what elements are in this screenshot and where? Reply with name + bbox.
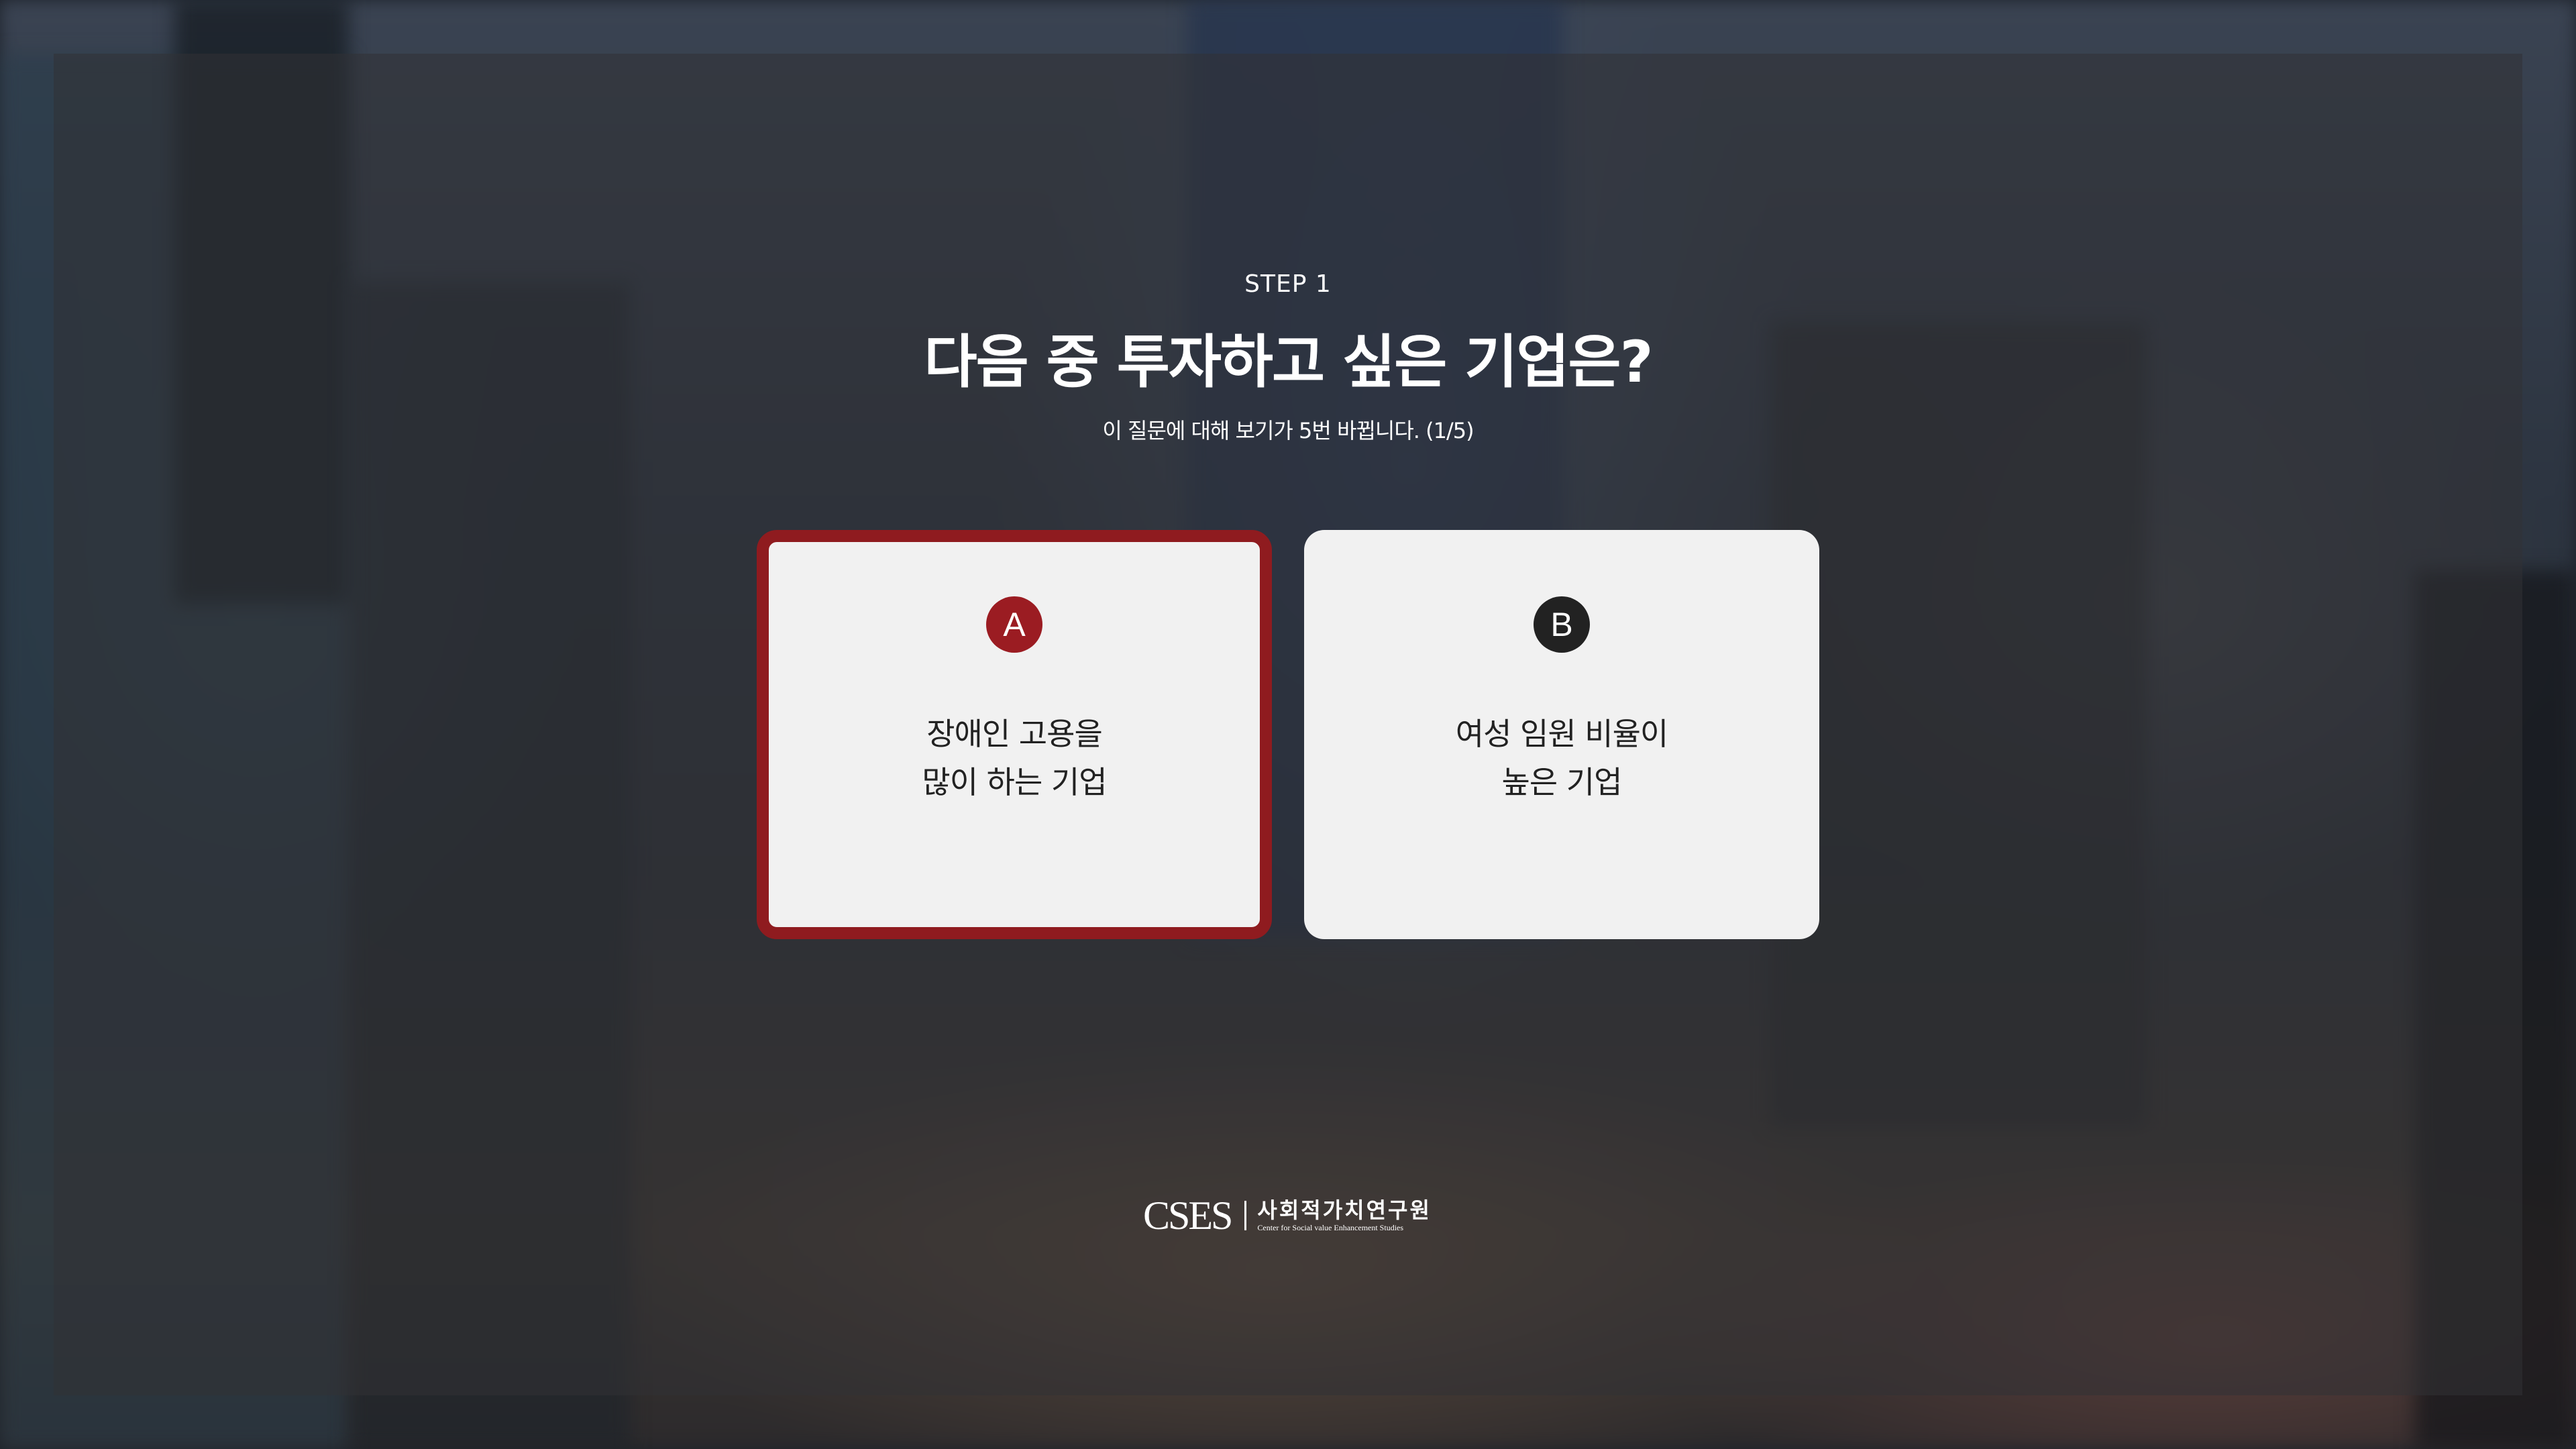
question-title: 다음 중 투자하고 싶은 기업은? (924, 329, 1653, 396)
question-header: STEP 1 다음 중 투자하고 싶은 기업은? 이 질문에 대해 보기가 5번… (0, 268, 2576, 445)
logo-korean: 사회적가치연구원 (1257, 1197, 1432, 1223)
option-line: 높은 기업 (1501, 764, 1623, 800)
option-line: 장애인 고용을 (926, 716, 1103, 752)
step-label: STEP 1 (1244, 270, 1332, 298)
question-subtitle: 이 질문에 대해 보기가 5번 바뀝니다. (1/5) (1102, 418, 1474, 443)
option-line: 많이 하는 기업 (922, 764, 1107, 800)
option-badge-b: B (1534, 596, 1590, 653)
option-text-a: 장애인 고용을 많이 하는 기업 (769, 710, 1260, 806)
logo-divider (1244, 1201, 1247, 1230)
option-badge-a: A (986, 596, 1042, 653)
content-overlay (54, 54, 2522, 1395)
option-line: 여성 임원 비율이 (1455, 716, 1668, 752)
logo-mark: CSES (1143, 1193, 1233, 1238)
logo-english: Center for Social value Enhancement Stud… (1257, 1223, 1404, 1232)
option-card-b[interactable]: B 여성 임원 비율이 높은 기업 (1304, 530, 1819, 939)
option-text-b: 여성 임원 비율이 높은 기업 (1316, 710, 1807, 806)
cses-logo: CSES 사회적가치연구원 Center for Social value En… (1143, 1195, 1432, 1236)
logo-text: 사회적가치연구원 Center for Social value Enhance… (1257, 1198, 1432, 1233)
option-card-a[interactable]: A 장애인 고용을 많이 하는 기업 (757, 530, 1272, 939)
